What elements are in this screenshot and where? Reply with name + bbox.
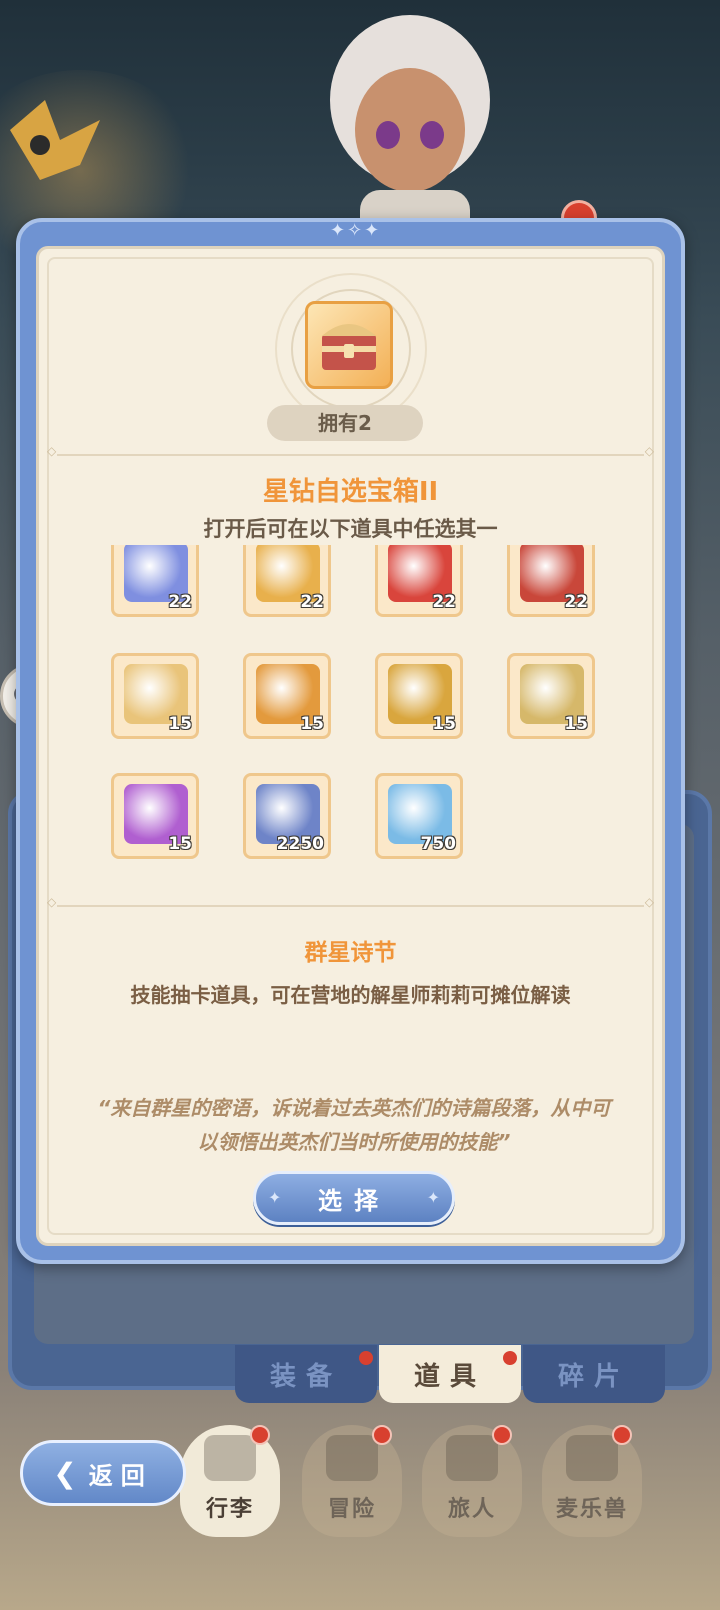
nav-label: 麦乐兽 — [555, 1497, 628, 1522]
nav-adventure[interactable]: 冒险 — [302, 1425, 402, 1537]
inventory-tabs: 装备 道具 碎片 — [235, 1345, 667, 1405]
tab-label: 碎片 — [557, 1361, 630, 1392]
reward-item[interactable]: 15 — [111, 653, 199, 739]
creature-icon — [10, 100, 100, 180]
item-count: 15 — [300, 714, 324, 734]
tab-fragments[interactable]: 碎片 — [523, 1345, 665, 1403]
item-count: 22 — [300, 592, 324, 612]
sparkle-icon: ✦ — [426, 1188, 440, 1207]
select-button[interactable]: ✦ 选择 ✦ — [253, 1171, 455, 1225]
crossed-swords-icon — [326, 1435, 378, 1481]
notification-dot — [250, 1425, 270, 1445]
item-count: 15 — [432, 714, 456, 734]
select-button-label: 选择 — [318, 1186, 390, 1215]
reward-item[interactable]: 22 — [111, 545, 199, 617]
reward-item-grid: 22 22 22 22 15 15 15 15 15 2250 750 — [111, 545, 595, 865]
bag-icon — [204, 1435, 256, 1481]
tab-label: 装备 — [269, 1361, 342, 1392]
item-count: 15 — [168, 834, 192, 854]
nav-label: 冒险 — [327, 1497, 376, 1522]
sparkle-icon: ✦ — [268, 1188, 282, 1207]
tab-equipment[interactable]: 装备 — [235, 1345, 377, 1403]
treasure-chest-icon — [305, 301, 393, 389]
nav-pets[interactable]: 麦乐兽 — [542, 1425, 642, 1537]
divider — [47, 895, 654, 909]
item-count: 22 — [564, 592, 588, 612]
reward-item[interactable]: 15 — [111, 773, 199, 859]
reward-item[interactable]: 2250 — [243, 773, 331, 859]
selected-item-description: 技能抽卡道具，可在营地的解星师莉莉可摊位解读 — [130, 983, 571, 1007]
item-count: 2250 — [276, 834, 324, 854]
reward-item[interactable]: 22 — [375, 545, 463, 617]
dialog-card: 拥有2 星钻自选宝箱II 打开后可在以下道具中任选其一 22 22 22 22 15 15… — [36, 246, 665, 1246]
reward-item[interactable]: 22 — [243, 545, 331, 617]
back-arrow-icon: ❮ — [53, 1456, 77, 1490]
reward-item[interactable]: 750 — [375, 773, 463, 859]
nav-label: 旅人 — [447, 1497, 496, 1522]
back-button[interactable]: ❮ 返回 — [20, 1440, 186, 1506]
notification-dot — [503, 1351, 517, 1365]
notification-dot — [359, 1351, 373, 1365]
notification-dot — [612, 1425, 632, 1445]
selected-item-name: 群星诗节 — [304, 940, 397, 966]
back-button-label: 返回 — [88, 1461, 153, 1490]
chest-title: 星钻自选宝箱II — [262, 477, 439, 507]
selected-item-quote: “来自群星的密语，诉说着过去英杰们的诗篇段落，从中可以领悟出英杰们当时所使用的技… — [97, 1096, 611, 1154]
notification-dot — [372, 1425, 392, 1445]
tab-items[interactable]: 道具 — [379, 1345, 521, 1403]
notification-dot — [492, 1425, 512, 1445]
nav-bag[interactable]: 行李 — [180, 1425, 280, 1537]
item-count: 750 — [420, 834, 457, 854]
nav-travelers[interactable]: 旅人 — [422, 1425, 522, 1537]
owned-count-badge: 拥有2 — [267, 405, 423, 441]
sparkle-ornament-icon: ✦✧✦ — [330, 220, 382, 241]
nav-label: 行李 — [205, 1497, 254, 1522]
traveler-icon — [446, 1435, 498, 1481]
pet-icon — [566, 1435, 618, 1481]
reward-item[interactable]: 22 — [507, 545, 595, 617]
reward-item[interactable]: 15 — [507, 653, 595, 739]
item-count: 15 — [168, 714, 192, 734]
reward-item[interactable]: 15 — [243, 653, 331, 739]
reward-item[interactable]: 15 — [375, 653, 463, 739]
divider — [47, 444, 654, 458]
item-count: 22 — [168, 592, 192, 612]
chest-subtitle: 打开后可在以下道具中任选其一 — [203, 517, 498, 541]
item-count: 22 — [432, 592, 456, 612]
item-dialog: ✦✧✦ 拥有2 星钻自选宝箱II 打开后可在以下道具中任选其一 22222222… — [16, 218, 685, 1264]
tab-label: 道具 — [413, 1361, 486, 1392]
item-count: 15 — [564, 714, 588, 734]
